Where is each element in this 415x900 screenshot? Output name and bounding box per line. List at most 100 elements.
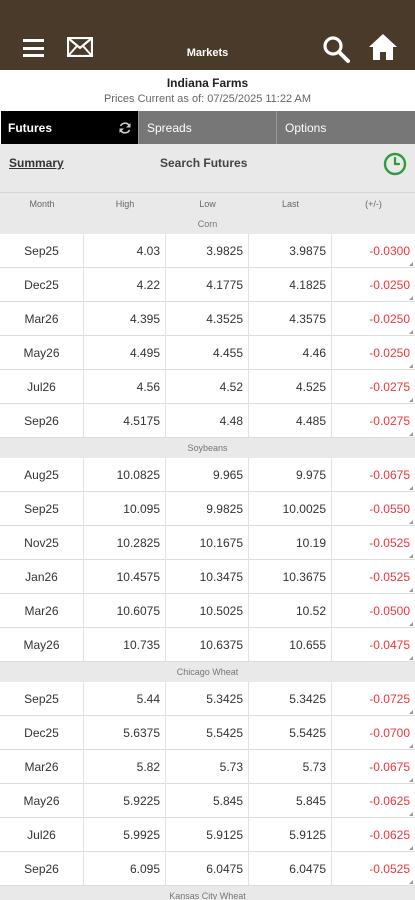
cell-high: 10.0825 xyxy=(84,458,166,492)
cell-last: 4.1825 xyxy=(249,268,332,302)
table-row[interactable]: Mar26 4.395 4.3525 4.3575 -0.0250 xyxy=(0,302,415,336)
cell-last: 5.73 xyxy=(249,750,332,784)
cell-month: May26 xyxy=(0,336,84,370)
prices-timestamp: Prices Current as of: 07/25/2025 11:22 A… xyxy=(103,93,312,105)
cell-last: 10.3675 xyxy=(249,560,332,594)
cell-change: -0.0675 xyxy=(332,750,415,784)
tab-futures[interactable]: Futures xyxy=(1,111,139,144)
cell-last: 9.975 xyxy=(249,458,332,492)
table-row[interactable]: Jul26 5.9925 5.9125 5.9125 -0.0625 xyxy=(0,818,415,852)
cell-change: -0.0250 xyxy=(332,268,415,302)
cell-low: 9.9825 xyxy=(166,492,249,526)
cell-low: 4.455 xyxy=(166,336,249,370)
table-row[interactable]: Sep26 6.095 6.0475 6.0475 -0.0525 xyxy=(0,852,415,886)
futures-table: Corn Sep25 4.03 3.9825 3.9875 -0.0300 Dec25 4.2… xyxy=(0,214,415,900)
cell-low: 6.0475 xyxy=(166,852,249,886)
tab-futures-label: Futures xyxy=(8,120,53,135)
cell-high: 10.6075 xyxy=(84,594,166,628)
cell-high: 4.495 xyxy=(84,336,166,370)
cell-last: 4.525 xyxy=(249,370,332,404)
cell-low: 5.9125 xyxy=(166,818,249,852)
table-row[interactable]: Jan26 10.4575 10.3475 10.3675 -0.0525 xyxy=(0,560,415,594)
cell-month: Aug25 xyxy=(0,458,84,492)
cell-month: Jul26 xyxy=(0,370,84,404)
cell-month: Sep26 xyxy=(0,852,84,886)
company-name: Indiana Farms xyxy=(166,76,249,90)
cell-change: -0.0300 xyxy=(332,234,415,268)
cell-high: 6.095 xyxy=(84,852,166,886)
cell-last: 4.3575 xyxy=(249,302,332,336)
table-row[interactable]: Mar26 5.82 5.73 5.73 -0.0675 xyxy=(0,750,415,784)
tab-spreads[interactable]: Spreads xyxy=(139,111,277,144)
cell-last: 4.485 xyxy=(249,404,332,438)
cell-change: -0.0675 xyxy=(332,458,415,492)
cell-last: 4.46 xyxy=(249,336,332,370)
table-row[interactable]: Mar26 10.6075 10.5025 10.52 -0.0500 xyxy=(0,594,415,628)
column-change: (+/-) xyxy=(365,199,382,209)
tab-options[interactable]: Options xyxy=(277,111,415,144)
table-row[interactable]: Aug25 10.0825 9.965 9.975 -0.0675 xyxy=(0,458,415,492)
cell-change: -0.0625 xyxy=(332,818,415,852)
table-row[interactable]: Dec25 4.22 4.1775 4.1825 -0.0250 xyxy=(0,268,415,302)
cell-change: -0.0250 xyxy=(332,336,415,370)
cell-change: -0.0475 xyxy=(332,628,415,662)
cell-change: -0.0250 xyxy=(332,302,415,336)
cell-high: 10.095 xyxy=(84,492,166,526)
table-row[interactable]: May26 10.735 10.6375 10.655 -0.0475 xyxy=(0,628,415,662)
top-app-bar: Markets xyxy=(0,0,415,70)
cell-last: 10.52 xyxy=(249,594,332,628)
clock-icon[interactable] xyxy=(383,152,407,176)
cell-last: 10.655 xyxy=(249,628,332,662)
cell-last: 5.3425 xyxy=(249,682,332,716)
cell-change: -0.0625 xyxy=(332,784,415,818)
table-row[interactable]: Nov25 10.2825 10.1675 10.19 -0.0525 xyxy=(0,526,415,560)
column-month: Month xyxy=(29,199,55,209)
table-row[interactable]: May26 5.9225 5.845 5.845 -0.0625 xyxy=(0,784,415,818)
table-row[interactable]: May26 4.495 4.455 4.46 -0.0250 xyxy=(0,336,415,370)
cell-change: -0.0525 xyxy=(332,526,415,560)
table-row[interactable]: Dec25 5.6375 5.5425 5.5425 -0.0700 xyxy=(0,716,415,750)
cell-month: May26 xyxy=(0,784,84,818)
cell-low: 5.3425 xyxy=(166,682,249,716)
refresh-icon[interactable] xyxy=(118,121,132,135)
search-icon[interactable] xyxy=(322,35,350,63)
cell-month: Sep25 xyxy=(0,234,84,268)
cell-month: Jan26 xyxy=(0,560,84,594)
commodity-group-header: Kansas City Wheat xyxy=(0,886,415,900)
cell-low: 4.52 xyxy=(166,370,249,404)
cell-last: 3.9875 xyxy=(249,234,332,268)
cell-low: 3.9825 xyxy=(166,234,249,268)
cell-month: Mar26 xyxy=(0,750,84,784)
cell-month: Mar26 xyxy=(0,302,84,336)
cell-high: 5.9225 xyxy=(84,784,166,818)
cell-high: 4.22 xyxy=(84,268,166,302)
cell-change: -0.0525 xyxy=(332,852,415,886)
cell-high: 4.5175 xyxy=(84,404,166,438)
table-row[interactable]: Sep26 4.5175 4.48 4.485 -0.0275 xyxy=(0,404,415,438)
cell-last: 10.0025 xyxy=(249,492,332,526)
market-tabs: Futures Spreads Options xyxy=(1,111,415,144)
table-row[interactable]: Sep25 5.44 5.3425 5.3425 -0.0725 xyxy=(0,682,415,716)
cell-low: 5.5425 xyxy=(166,716,249,750)
table-row[interactable]: Jul26 4.56 4.52 4.525 -0.0275 xyxy=(0,370,415,404)
cell-high: 5.9925 xyxy=(84,818,166,852)
table-header: Month High Low Last (+/-) xyxy=(0,192,415,214)
cell-last: 5.9125 xyxy=(249,818,332,852)
tab-options-label: Options xyxy=(285,120,327,135)
cell-high: 4.56 xyxy=(84,370,166,404)
summary-link[interactable]: Summary xyxy=(9,156,64,170)
cell-high: 5.6375 xyxy=(84,716,166,750)
cell-change: -0.0525 xyxy=(332,560,415,594)
search-futures-button[interactable]: Search Futures xyxy=(160,156,247,170)
home-icon[interactable] xyxy=(368,33,398,61)
cell-last: 5.5425 xyxy=(249,716,332,750)
cell-low: 4.3525 xyxy=(166,302,249,336)
cell-low: 10.5025 xyxy=(166,594,249,628)
column-low: Low xyxy=(199,199,216,209)
table-row[interactable]: Sep25 4.03 3.9825 3.9875 -0.0300 xyxy=(0,234,415,268)
cell-high: 5.82 xyxy=(84,750,166,784)
cell-change: -0.0500 xyxy=(332,594,415,628)
commodity-group-header: Chicago Wheat xyxy=(0,662,415,682)
table-row[interactable]: Sep25 10.095 9.9825 10.0025 -0.0550 xyxy=(0,492,415,526)
cell-month: Dec25 xyxy=(0,268,84,302)
